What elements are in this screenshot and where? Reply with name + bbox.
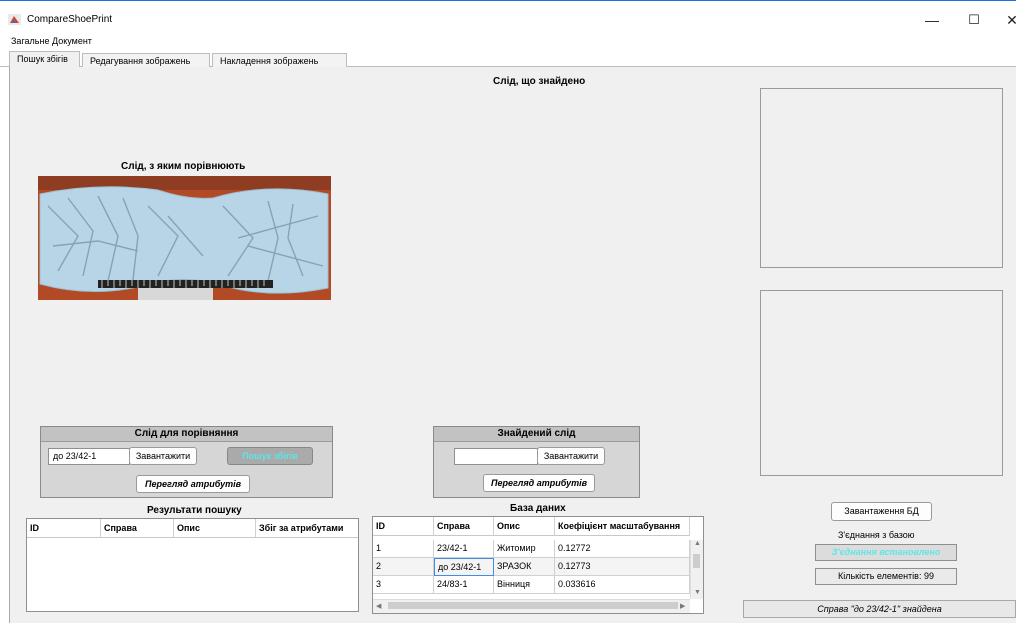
status-message: Справа "до 23/42-1" знайдена: [743, 600, 1016, 618]
found-image-frame: [760, 88, 1003, 268]
load-found-button[interactable]: Завантажити: [537, 447, 605, 465]
compare-panel-title: Слід для порівняння: [41, 427, 332, 442]
found-trace-panel: Знайдений слід Завантажити Перегляд атри…: [433, 426, 640, 498]
compared-trace-label: Слід, з яким порівнюють: [121, 161, 246, 172]
shoeprint-image: [38, 176, 331, 300]
db-connection-status: З'єднання встановлено: [815, 544, 957, 561]
results-title: Результати пошуку: [147, 505, 242, 516]
case-number-input[interactable]: до 23/42-1: [48, 448, 130, 465]
close-button[interactable]: ✕: [994, 9, 1016, 31]
tab-edit-images[interactable]: Редагування зображень: [82, 53, 210, 68]
db-cell-id[interactable]: 2: [373, 558, 434, 576]
found-panel-title: Знайдений слід: [434, 427, 639, 442]
table-row[interactable]: 3 24/83-1 Вінниця 0.033616: [373, 576, 703, 594]
view-attributes-compare-button[interactable]: Перегляд атрибутів: [136, 475, 250, 493]
minimize-button[interactable]: —: [914, 9, 950, 31]
results-col-case[interactable]: Справа: [101, 519, 174, 538]
load-database-button[interactable]: Завантаження БД: [831, 502, 932, 521]
db-cell-description[interactable]: Вінниця: [494, 576, 555, 594]
table-row[interactable]: 2 до 23/42-1 ЗРАЗОК 0.12773: [373, 558, 703, 576]
db-vertical-scrollbar[interactable]: ▲ ▼: [690, 540, 703, 599]
menu-bar: Загальне Документ: [0, 34, 1016, 48]
load-compare-button[interactable]: Завантажити: [129, 447, 197, 465]
menu-general[interactable]: Загальне: [11, 36, 49, 46]
search-matches-button[interactable]: Пошук збігів: [227, 447, 313, 465]
database-title: База даних: [510, 503, 566, 514]
db-horizontal-scrollbar[interactable]: ◀ ▶: [373, 599, 690, 613]
db-col-description[interactable]: Опис: [494, 517, 555, 536]
db-cell-description[interactable]: ЗРАЗОК: [494, 558, 555, 576]
window-title: CompareShoePrint: [27, 14, 113, 25]
db-col-case[interactable]: Справа: [434, 517, 494, 536]
results-col-attribute-match[interactable]: Збіг за атрибутами: [256, 519, 358, 538]
db-col-scale-factor[interactable]: Коефіцієнт масштабування: [555, 517, 690, 536]
tab-overlay-images[interactable]: Накладення зображень: [212, 53, 347, 68]
database-table[interactable]: ID Справа Опис Коефіцієнт масштабування …: [372, 516, 704, 614]
results-col-description[interactable]: Опис: [174, 519, 256, 538]
db-cell-scale[interactable]: 0.033616: [555, 576, 690, 594]
tab-search-matches[interactable]: Пошук збігів: [9, 51, 80, 68]
db-cell-scale[interactable]: 0.12772: [555, 540, 690, 558]
db-cell-case[interactable]: 23/42-1: [434, 540, 494, 558]
title-bar: CompareShoePrint — ☐ ✕: [0, 0, 1016, 34]
db-cell-case-selected[interactable]: до 23/42-1: [434, 558, 494, 576]
db-horizontal-scroll-thumb[interactable]: [388, 602, 678, 609]
db-cell-description[interactable]: Житомир: [494, 540, 555, 558]
db-connection-label: З'єднання з базою: [838, 530, 915, 540]
db-cell-scale[interactable]: 0.12773: [555, 558, 690, 576]
maximize-button[interactable]: ☐: [956, 9, 992, 31]
menu-document[interactable]: Документ: [52, 36, 92, 46]
results-col-id[interactable]: ID: [27, 519, 101, 538]
found-trace-label: Слід, що знайдено: [493, 76, 586, 87]
db-col-id[interactable]: ID: [373, 517, 434, 536]
results-table[interactable]: ID Справа Опис Збіг за атрибутами: [26, 518, 359, 612]
db-vertical-scroll-thumb[interactable]: [693, 554, 700, 568]
db-cell-case[interactable]: 24/83-1: [434, 576, 494, 594]
table-row[interactable]: 1 23/42-1 Житомир 0.12772: [373, 540, 703, 558]
db-cell-id[interactable]: 3: [373, 576, 434, 594]
app-logo-icon: [8, 14, 21, 25]
compare-trace-panel: Слід для порівняння до 23/42-1 Завантажи…: [40, 426, 333, 498]
db-cell-id[interactable]: 1: [373, 540, 434, 558]
scroll-up-icon[interactable]: ▲: [694, 540, 701, 547]
scroll-down-icon[interactable]: ▼: [694, 589, 701, 596]
overlay-image-frame: [760, 290, 1003, 476]
scroll-right-icon[interactable]: ▶: [680, 602, 685, 610]
scroll-left-icon[interactable]: ◀: [376, 602, 381, 610]
db-element-count: Кількість елементів: 99: [815, 568, 957, 585]
view-attributes-found-button[interactable]: Перегляд атрибутів: [483, 474, 595, 492]
tab-bar: Пошук збігів Редагування зображень Накла…: [0, 48, 1016, 68]
found-case-input[interactable]: [454, 448, 538, 465]
